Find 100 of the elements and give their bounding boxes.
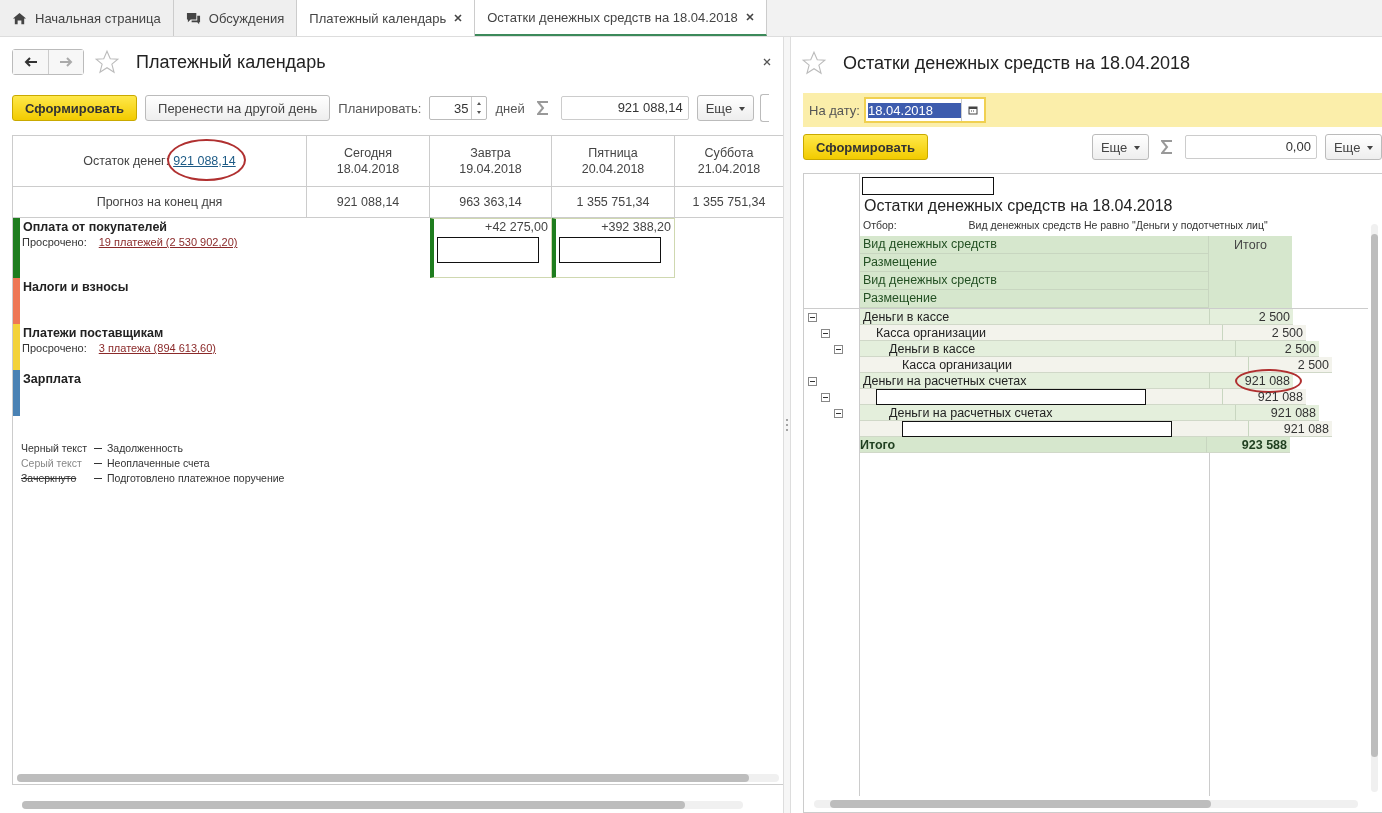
arrow-right-icon: [59, 57, 73, 67]
header-cell: Размещение: [860, 290, 1209, 308]
total-value: 923 588: [1207, 437, 1290, 453]
table-cell: 921 088: [1270, 406, 1316, 420]
move-button[interactable]: Перенести на другой день: [145, 95, 331, 121]
table-cell: Деньги на расчетных счетах: [863, 373, 1027, 388]
close-icon[interactable]: [454, 14, 463, 22]
header-cell: Вид денежных средств: [860, 272, 1209, 290]
day-header: Пятница 20.04.2018: [552, 136, 675, 186]
table-cell: 1 355 751,34: [552, 187, 675, 217]
table-cell: Касса организации: [876, 325, 986, 340]
collapse-toggle[interactable]: [808, 312, 817, 322]
close-icon[interactable]: [763, 58, 771, 66]
form-title: Платежный календарь: [136, 51, 326, 73]
table-cell: Касса организации: [902, 357, 1012, 372]
tab[interactable]: Остатки денежных средств на 18.04.2018: [475, 0, 767, 36]
sum-icon: [536, 101, 549, 115]
scrollbar[interactable]: [22, 801, 743, 809]
day-header: Завтра 19.04.2018: [430, 136, 552, 186]
generate-button[interactable]: Сформировать: [12, 95, 138, 121]
total-label: Итого: [860, 437, 1207, 453]
scrollbar[interactable]: [17, 774, 779, 782]
generate-button[interactable]: Сформировать: [803, 134, 929, 160]
days-spinner[interactable]: 35: [429, 96, 488, 120]
amount: +392 388,20: [601, 220, 671, 234]
category-name: Налоги и взносы: [23, 280, 129, 294]
overdue-label: Просрочено:: [22, 236, 87, 248]
caret-icon: [1367, 146, 1373, 151]
date-label: На дату:: [809, 102, 860, 118]
amount: +42 275,00: [485, 220, 548, 234]
table-cell: 921 088: [1244, 374, 1290, 388]
table-cell: Деньги на расчетных счетах: [889, 405, 1053, 420]
chat-icon: [185, 10, 201, 26]
overdue-label: Просрочено:: [22, 342, 87, 354]
category-name: Зарплата: [23, 372, 81, 386]
filter-label: Отбор:: [863, 219, 897, 231]
date-field[interactable]: 18.04.2018: [864, 97, 986, 123]
payment-cell[interactable]: +42 275,00: [430, 218, 552, 278]
report-title: Остатки денежных средств на 18.04.2018: [863, 196, 1174, 215]
table-cell: Деньги в кассе: [863, 309, 950, 324]
table-cell: 2 500: [1258, 310, 1290, 324]
home-icon: [12, 10, 27, 26]
back-button[interactable]: [13, 50, 48, 74]
sum-field[interactable]: 0,00: [1184, 135, 1317, 159]
table-cell: 2 500: [1271, 326, 1303, 340]
table-cell: 963 363,14: [430, 187, 552, 217]
dash-icon: [94, 462, 102, 464]
arrow-left-icon: [23, 57, 38, 67]
collapse-toggle[interactable]: [821, 392, 830, 402]
table-cell: 921 088,14: [307, 187, 430, 217]
caret-icon: [1133, 146, 1140, 151]
table-cell: 2 500: [1284, 342, 1316, 356]
balance-label: Остаток денег:: [83, 153, 170, 169]
legend-text: Задолженность: [107, 442, 183, 454]
star-icon[interactable]: [801, 50, 827, 76]
star-icon[interactable]: [94, 49, 120, 75]
category-name: Оплата от покупателей: [23, 220, 168, 234]
balance-link[interactable]: 921 088,14: [173, 154, 236, 168]
collapse-toggle[interactable]: [834, 344, 843, 354]
dash-icon: [94, 477, 102, 479]
more-button[interactable]: Еще: [1091, 134, 1149, 160]
legend-sample: Серый текст: [21, 457, 83, 469]
calendar-icon[interactable]: [968, 105, 978, 115]
legend-text: Неоплаченные счета: [107, 457, 210, 469]
header-cell: Размещение: [860, 254, 1209, 272]
sum-icon: [1160, 140, 1173, 154]
legend-text: Подготовлено платежное поручение: [107, 472, 285, 484]
table-cell: Деньги в кассе: [889, 341, 976, 356]
collapse-toggle[interactable]: [808, 376, 817, 386]
overdue-link[interactable]: 3 платежа (894 613,60): [98, 342, 216, 354]
legend-sample: Черный текст: [21, 442, 89, 454]
days-label: дней: [495, 100, 525, 116]
sum-field[interactable]: 921 088,14: [560, 96, 689, 120]
forecast-label: Прогноз на конец дня: [13, 187, 307, 217]
table-cell: 921 088: [1283, 422, 1329, 436]
legend-sample: Зачеркнуто: [21, 472, 78, 484]
form-title: Остатки денежных средств на 18.04.2018: [843, 52, 1190, 74]
header-cell: Вид денежных средств: [860, 236, 1209, 254]
category-name: Платежи поставщикам: [23, 326, 165, 340]
more-button[interactable]: Еще: [1324, 134, 1382, 160]
filter-text: Вид денежных средств Не равно "Деньги у подотчетных лиц": [968, 219, 1268, 231]
splitter-handle[interactable]: [785, 418, 789, 432]
table-cell: 921 088: [1257, 390, 1303, 404]
collapse-toggle[interactable]: [821, 328, 830, 338]
table-cell-text: 1 355 751,34: [691, 194, 767, 211]
scrollbar[interactable]: [814, 800, 1358, 808]
table-cell: 2 500: [1297, 358, 1329, 372]
tab[interactable]: Платежный календарь: [297, 0, 476, 36]
scrollbar[interactable]: [1371, 224, 1378, 792]
collapse-toggle[interactable]: [834, 408, 843, 418]
dash-icon: [94, 447, 102, 449]
payment-cell[interactable]: +392 388,20: [552, 218, 675, 278]
more-button[interactable]: Еще: [696, 95, 754, 121]
caret-icon: [738, 107, 745, 112]
day-header: Суббота 21.04.2018: [696, 145, 762, 178]
header-cell: Итого: [1209, 236, 1292, 308]
day-header: Сегодня 18.04.2018: [307, 136, 430, 186]
plan-label: Планировать:: [338, 100, 422, 116]
overdue-link[interactable]: 19 платежей (2 530 902,20): [98, 236, 238, 248]
close-icon[interactable]: [745, 13, 754, 21]
